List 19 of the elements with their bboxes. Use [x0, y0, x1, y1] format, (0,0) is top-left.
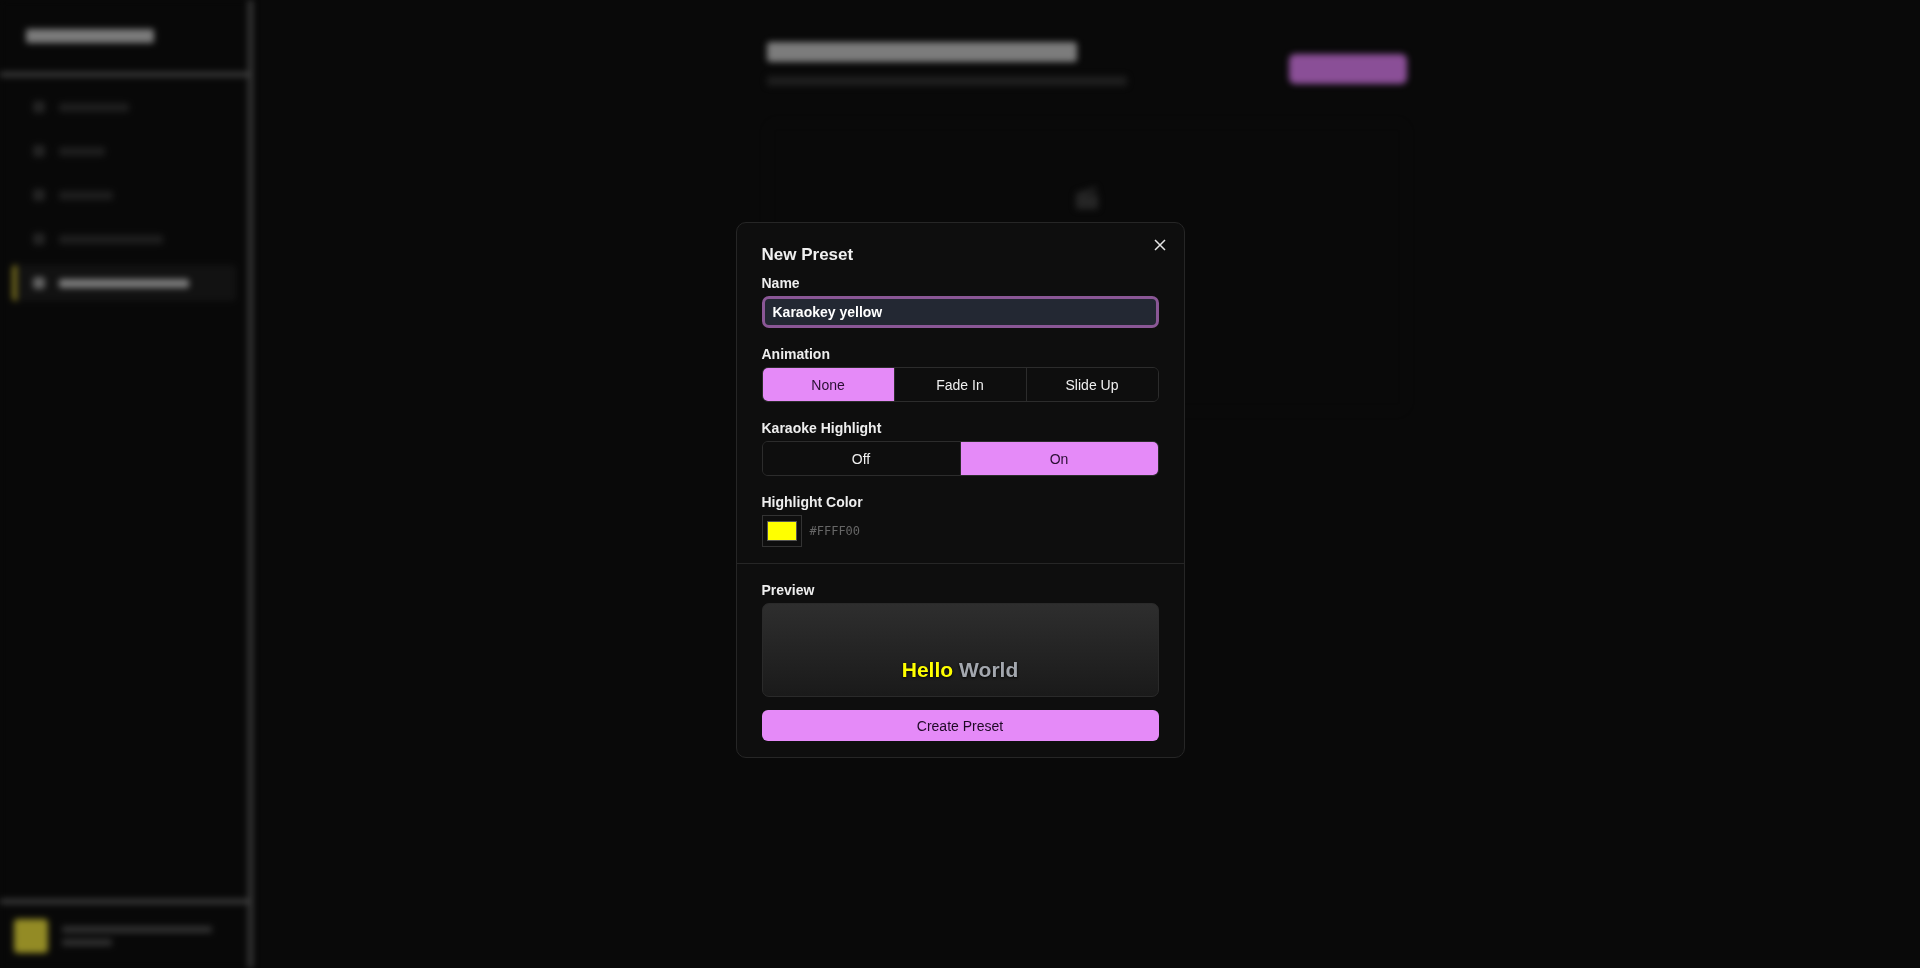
- dialog-title: New Preset: [761, 245, 855, 265]
- field-label: Preview: [761, 582, 816, 598]
- segment-option[interactable]: Off: [762, 442, 961, 475]
- name-input[interactable]: Karaokey yellow: [761, 296, 1159, 328]
- segment-option[interactable]: On: [960, 442, 1158, 475]
- segment-option[interactable]: None: [762, 368, 895, 401]
- field-label: Name: [761, 275, 801, 291]
- avatar: [14, 919, 48, 953]
- nav-icon: [33, 277, 45, 289]
- color-picker[interactable]: [761, 515, 802, 547]
- close-icon: [1153, 239, 1166, 251]
- create-preset-button[interactable]: Create Preset: [761, 710, 1159, 741]
- field-label: Animation: [761, 346, 831, 362]
- preview-word: World: [959, 658, 1019, 682]
- field-label: Karaoke Highlight: [761, 420, 883, 436]
- color-hex: #FFFF00: [809, 524, 861, 538]
- preview-word: Hello: [901, 658, 954, 682]
- new-preset-button[interactable]: [1288, 54, 1407, 84]
- field-label: Highlight Color: [761, 494, 864, 510]
